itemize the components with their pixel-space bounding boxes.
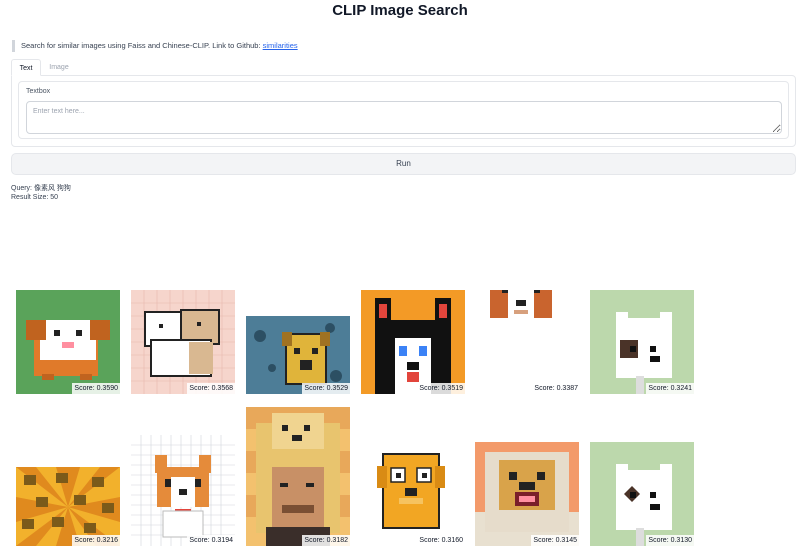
score-label: Score: 0.3216 [72, 535, 120, 546]
textbox-block: Textbox [18, 81, 789, 139]
score-label: Score: 0.3387 [532, 383, 580, 394]
description: Search for similar images using Faiss an… [12, 40, 298, 52]
score-label: Score: 0.3194 [187, 535, 235, 546]
pixel-dogs-hugging-icon [131, 290, 235, 394]
score-label: Score: 0.3160 [417, 535, 465, 546]
score-label: Score: 0.3568 [187, 383, 235, 394]
score-label: Score: 0.3241 [646, 383, 694, 394]
result-card[interactable]: Score: 0.3387 [476, 290, 580, 394]
tab-text[interactable]: Text [11, 59, 41, 76]
score-label: Score: 0.3130 [646, 535, 694, 546]
pixel-white-dog-green-icon [590, 290, 694, 394]
result-card[interactable]: Score: 0.3216 [16, 467, 120, 546]
result-card[interactable]: Score: 0.3241 [590, 290, 694, 394]
pixel-doge-hat-icon [246, 407, 350, 546]
result-card[interactable]: Score: 0.3590 [16, 290, 120, 394]
pixel-white-dog-green-icon [590, 442, 694, 546]
pixel-husky-orange-icon [361, 290, 465, 394]
score-label: Score: 0.3145 [531, 535, 579, 546]
result-card[interactable]: Score: 0.3194 [131, 435, 235, 546]
run-button[interactable]: Run [11, 153, 796, 175]
result-card[interactable]: Score: 0.3519 [361, 290, 465, 394]
result-card[interactable]: Score: 0.3182 [246, 407, 350, 546]
pixel-corgi-icon [131, 435, 235, 546]
textbox-label: Textbox [26, 88, 51, 95]
pixel-akita-icon [476, 290, 580, 394]
pixel-jake-dog-icon [361, 442, 465, 546]
result-card[interactable]: Score: 0.3529 [246, 316, 350, 394]
score-label: Score: 0.3182 [302, 535, 350, 546]
input-tabs: Text Image Textbox [11, 59, 796, 147]
tab-panel-text: Textbox [11, 75, 796, 147]
result-card[interactable]: Score: 0.3145 [475, 442, 579, 546]
page-title: CLIP Image Search [332, 2, 468, 19]
score-label: Score: 0.3519 [417, 383, 465, 394]
text-query-input[interactable] [26, 101, 782, 134]
result-card[interactable]: Score: 0.3160 [361, 442, 465, 546]
result-size-info: Result Size: 50 [11, 194, 59, 201]
tab-image[interactable]: Image [43, 59, 75, 76]
result-card[interactable]: Score: 0.3130 [590, 442, 694, 546]
score-label: Score: 0.3590 [72, 383, 120, 394]
description-text: Search for similar images using Faiss an… [21, 41, 263, 50]
score-label: Score: 0.3529 [302, 383, 350, 394]
github-link[interactable]: similarities [263, 41, 298, 50]
pixel-shiba-scarf-icon [475, 442, 579, 546]
result-card[interactable]: Score: 0.3568 [131, 290, 235, 394]
query-info: Query: 像素风 狗狗 [11, 185, 71, 192]
pixel-guinea-pig-icon [16, 290, 120, 394]
